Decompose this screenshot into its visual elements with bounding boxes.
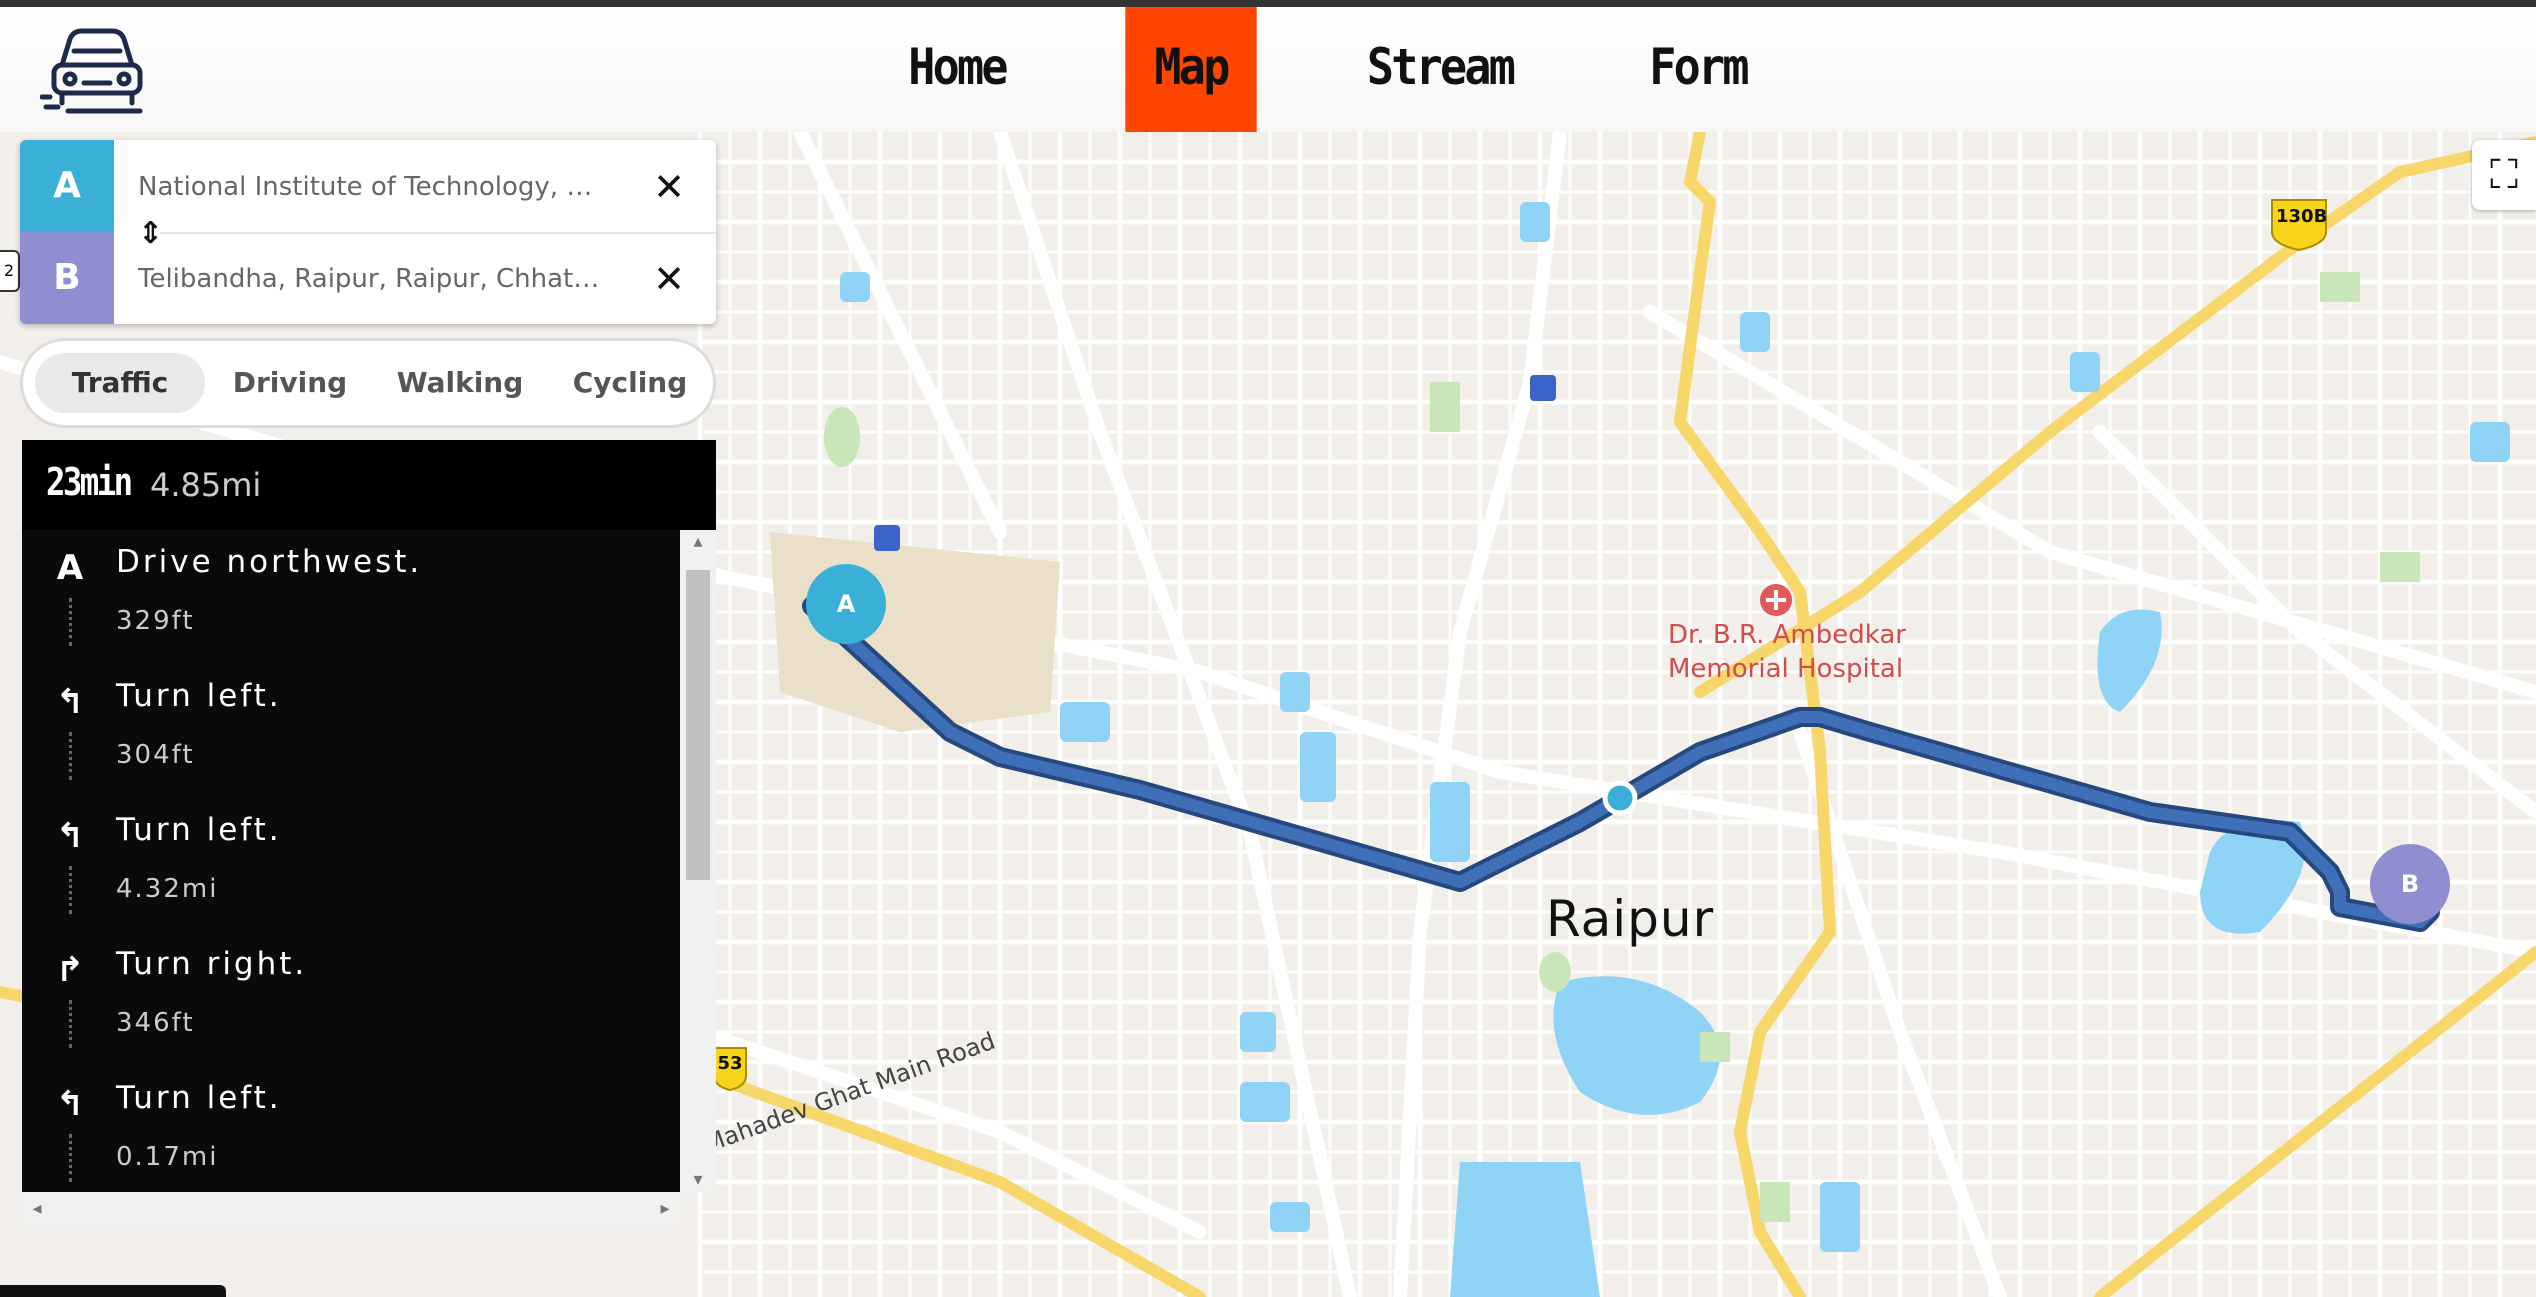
window-top-border <box>0 0 2536 7</box>
route-steps-list[interactable]: A Drive northwest. 329ft ↰ Turn left. 30… <box>22 530 680 1192</box>
car-icon[interactable] <box>39 17 160 117</box>
step-instruction: Turn left. <box>116 678 282 714</box>
step-connector <box>69 1134 72 1182</box>
close-icon: ✕ <box>653 257 685 301</box>
mode-traffic[interactable]: Traffic <box>35 353 205 413</box>
step-instruction: Turn right. <box>116 946 308 982</box>
start-a-icon: A <box>56 548 84 588</box>
turn-right-icon: ↱ <box>55 950 85 990</box>
fullscreen-icon: ⛶ <box>2490 152 2518 198</box>
route-distance: 4.85mi <box>150 466 262 504</box>
horizontal-scrollbar[interactable]: ◂ ▸ <box>22 1192 680 1226</box>
step-instruction: Turn left. <box>116 1080 282 1116</box>
scroll-up-arrow-icon[interactable]: ▴ <box>680 530 716 554</box>
vertical-scrollbar[interactable]: ▴ ▾ <box>680 530 716 1192</box>
route-step[interactable]: ↰ Turn left. 0.17mi <box>22 1066 680 1192</box>
clear-destination-button[interactable]: ✕ <box>644 254 694 304</box>
route-step[interactable]: ↱ Turn right. 346ft <box>22 932 680 1066</box>
travel-mode-selector: Traffic Driving Walking Cycling <box>20 338 716 428</box>
step-distance: 0.17mi <box>116 1142 219 1172</box>
city-label: Raipur <box>1546 890 1715 948</box>
scroll-left-arrow-icon[interactable]: ◂ <box>22 1192 52 1226</box>
route-pin-a[interactable]: A <box>806 564 886 644</box>
destination-pin-label: B <box>20 232 114 324</box>
directions-inputs: A B National Institute of Technology, GE… <box>20 140 716 324</box>
origin-input[interactable]: National Institute of Technology, GE … <box>138 172 608 202</box>
route-step[interactable]: ↰ Turn left. 304ft <box>22 664 680 798</box>
step-distance: 346ft <box>116 1008 195 1038</box>
navbar: Home Map Stream Form <box>0 7 2536 132</box>
step-instruction: Turn left. <box>116 812 282 848</box>
fullscreen-button[interactable]: ⛶ <box>2472 140 2536 210</box>
close-icon: ✕ <box>653 165 685 209</box>
highway-shield-130b: 130B <box>2276 206 2328 227</box>
route-step[interactable]: ↰ Turn left. 4.32mi <box>22 798 680 932</box>
scroll-right-arrow-icon[interactable]: ▸ <box>650 1192 680 1226</box>
route-pin-b[interactable]: B <box>2370 844 2450 924</box>
nav-stream[interactable]: Stream <box>1366 7 1516 132</box>
step-connector <box>69 732 72 780</box>
scrollbar-thumb[interactable] <box>686 570 710 880</box>
highway-shield-53: 53 <box>717 1053 743 1074</box>
nav-map[interactable]: Map <box>1125 7 1257 132</box>
turn-left-icon: ↰ <box>55 682 85 722</box>
step-distance: 304ft <box>116 740 195 770</box>
mode-cycling[interactable]: Cycling <box>545 353 715 413</box>
origin-pin-label: A <box>20 140 114 232</box>
bottom-edge-bar <box>0 1285 226 1297</box>
route-time: 23min <box>46 460 133 504</box>
step-connector <box>69 598 72 646</box>
route-instructions-panel: 23min 4.85mi A Drive northwest. 329ft ↰ … <box>22 440 716 1226</box>
step-connector <box>69 1000 72 1048</box>
destination-input[interactable]: Telibandha, Raipur, Raipur, Chhattis… <box>138 264 608 294</box>
step-distance: 329ft <box>116 606 195 636</box>
route-step[interactable]: A Drive northwest. 329ft <box>22 530 680 664</box>
nav-form[interactable]: Form <box>1637 7 1759 132</box>
mode-walking[interactable]: Walking <box>375 353 545 413</box>
turn-left-icon: ↰ <box>55 1084 85 1124</box>
mode-driving[interactable]: Driving <box>205 353 375 413</box>
swap-vertical-icon[interactable]: ⇕ <box>138 214 178 254</box>
step-distance: 4.32mi <box>116 874 219 904</box>
turn-left-icon: ↰ <box>55 816 85 856</box>
hospital-label-line2: Memorial Hospital <box>1668 654 1904 684</box>
scroll-down-arrow-icon[interactable]: ▾ <box>680 1168 716 1192</box>
step-instruction: Drive northwest. <box>116 544 423 580</box>
left-edge-tab[interactable]: 2 <box>0 250 20 292</box>
hospital-label-line1: Dr. B.R. Ambedkar <box>1668 620 1906 650</box>
step-connector <box>69 866 72 914</box>
input-divider <box>160 232 716 234</box>
clear-origin-button[interactable]: ✕ <box>644 162 694 212</box>
nav-home[interactable]: Home <box>890 7 1025 132</box>
route-summary: 23min 4.85mi <box>22 440 716 530</box>
